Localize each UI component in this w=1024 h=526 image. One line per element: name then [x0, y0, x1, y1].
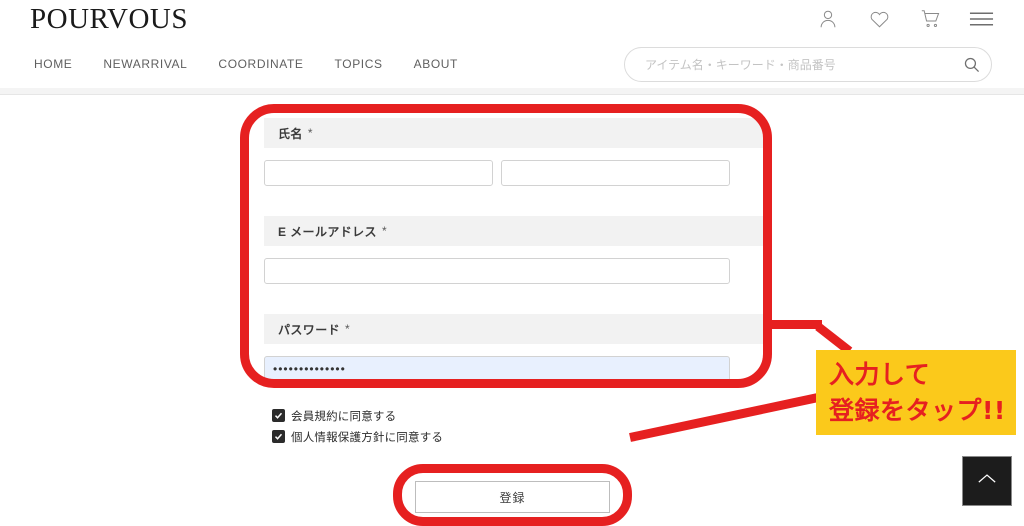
name-inputs-row [264, 160, 764, 186]
password-input[interactable] [264, 356, 730, 382]
registration-form: 氏名 * E メールアドレス * パスワード * [264, 118, 764, 382]
annotation-callout-box: 入力して 登録をタップ!! [816, 350, 1016, 435]
nav-item-topics[interactable]: TOPICS [335, 57, 383, 71]
page-root: POURVOUS HOME NEWARRIVAL COORDINATE TOPI… [0, 0, 1024, 526]
last-name-input[interactable] [264, 160, 493, 186]
field-label-password-text: パスワード [278, 322, 341, 337]
field-required-mark-password: * [345, 322, 351, 336]
search-icon[interactable] [951, 48, 991, 81]
hamburger-menu-icon[interactable] [968, 6, 994, 32]
nav-item-coordinate[interactable]: COORDINATE [218, 57, 303, 71]
account-icon[interactable] [815, 6, 841, 32]
site-logo[interactable]: POURVOUS [30, 2, 188, 36]
main-navigation: HOME NEWARRIVAL COORDINATE TOPICS ABOUT [34, 57, 458, 71]
email-input[interactable] [264, 258, 730, 284]
password-input-row [264, 356, 764, 382]
email-input-row [264, 258, 764, 284]
checkbox-checked-icon-terms[interactable] [272, 409, 285, 422]
search-box[interactable] [624, 47, 992, 82]
checkbox-label-terms[interactable]: 会員規約に同意する [291, 408, 396, 424]
agreement-checkbox-group: 会員規約に同意する 個人情報保護方針に同意する [272, 405, 443, 447]
annotation-arrow-to-form-diagonal [815, 322, 853, 355]
spacer-email-password [264, 284, 764, 314]
annotation-arrow-to-form-horizontal [772, 320, 822, 329]
checkbox-checked-icon-privacy[interactable] [272, 430, 285, 443]
search-input[interactable] [625, 57, 951, 72]
nav-item-newarrival[interactable]: NEWARRIVAL [103, 57, 187, 71]
checkbox-label-privacy[interactable]: 個人情報保護方針に同意する [291, 429, 443, 445]
register-submit-button[interactable]: 登録 [415, 481, 610, 513]
field-label-email: E メールアドレス * [264, 216, 764, 246]
annotation-callout-line2: 登録をタップ!! [829, 395, 1006, 425]
nav-item-home[interactable]: HOME [34, 57, 72, 71]
wishlist-heart-icon[interactable] [866, 6, 892, 32]
field-label-name: 氏名 * [264, 118, 764, 148]
field-label-name-text: 氏名 [278, 126, 303, 141]
header-icon-group [815, 6, 994, 32]
checkbox-row-terms[interactable]: 会員規約に同意する [272, 405, 443, 426]
annotation-callout-line1: 入力して [829, 359, 931, 389]
scroll-to-top-button[interactable] [962, 456, 1012, 506]
first-name-input[interactable] [501, 160, 730, 186]
annotation-arrow-to-submit [629, 393, 819, 442]
checkbox-row-privacy[interactable]: 個人情報保護方針に同意する [272, 426, 443, 447]
field-required-mark-email: * [381, 224, 388, 238]
field-label-email-text: E メールアドレス [278, 224, 377, 239]
header-divider [0, 88, 1024, 95]
cart-icon[interactable] [917, 6, 943, 32]
chevron-up-icon [977, 472, 997, 490]
nav-item-about[interactable]: ABOUT [414, 57, 458, 71]
field-required-mark-name: * [307, 126, 313, 140]
field-label-password: パスワード * [264, 314, 764, 344]
site-header: POURVOUS HOME NEWARRIVAL COORDINATE TOPI… [0, 0, 1024, 88]
spacer-name-email [264, 186, 764, 216]
